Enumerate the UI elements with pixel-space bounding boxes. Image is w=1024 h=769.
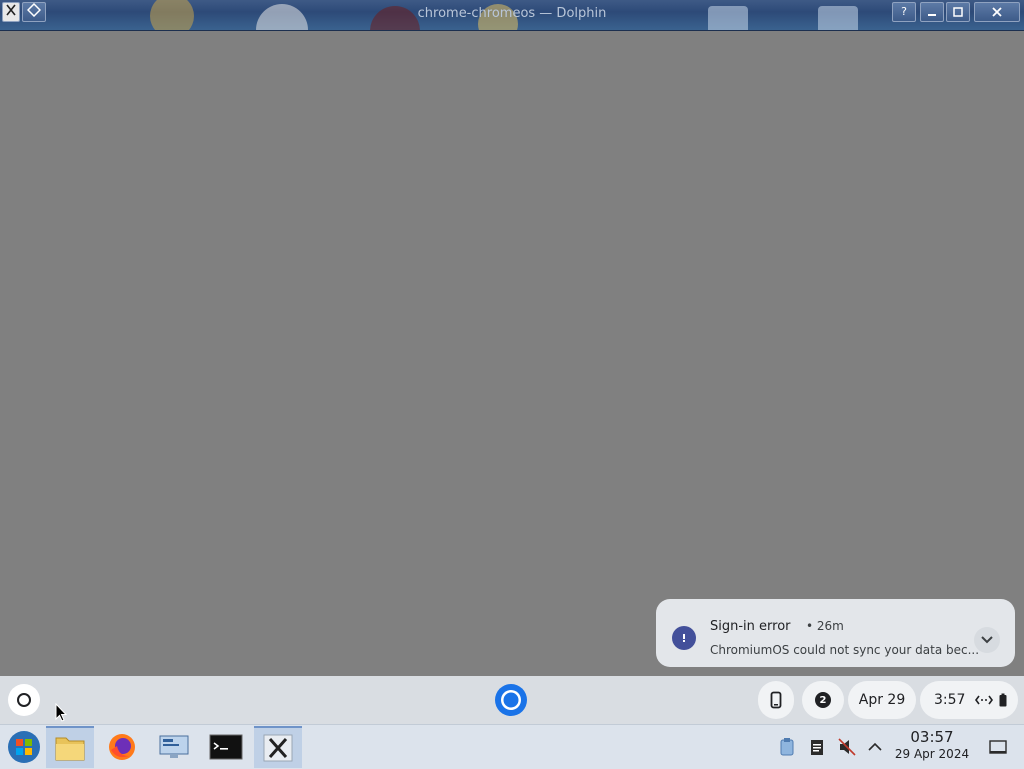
alert-icon bbox=[672, 626, 696, 650]
close-button[interactable] bbox=[974, 2, 1020, 22]
chromium-icon[interactable] bbox=[494, 683, 528, 717]
notification-body: ChromiumOS could not sync your data bec.… bbox=[710, 643, 980, 657]
status-area-button[interactable]: 3:57 bbox=[920, 681, 1018, 719]
notification-title: Sign-in error bbox=[710, 619, 791, 634]
system-taskbar: 03:57 29 Apr 2024 bbox=[0, 724, 1024, 769]
window-titlebar[interactable]: chrome-chromeos — Dolphin ? bbox=[0, 0, 1024, 31]
window-title: chrome-chromeos — Dolphin bbox=[417, 6, 607, 21]
clipboard-manager-icon[interactable] bbox=[777, 737, 797, 757]
clock-date: 29 Apr 2024 bbox=[894, 747, 970, 761]
shelf-date: Apr 29 bbox=[858, 692, 906, 708]
volume-muted-icon[interactable] bbox=[837, 737, 857, 757]
terminal-icon[interactable] bbox=[202, 726, 250, 768]
notification-counter-button[interactable]: 2 bbox=[802, 681, 844, 719]
maximize-button[interactable] bbox=[946, 2, 970, 22]
shelf-time: 3:57 bbox=[934, 692, 966, 708]
show-desktop-icon[interactable] bbox=[988, 737, 1008, 757]
sign-in-error-notification[interactable]: Sign-in error • 26m ChromiumOS could not… bbox=[656, 599, 1015, 667]
minimize-button[interactable] bbox=[920, 2, 944, 22]
phone-hub-icon bbox=[770, 691, 782, 709]
phone-hub-button[interactable] bbox=[758, 681, 794, 719]
start-menu-icon[interactable] bbox=[0, 726, 48, 768]
chromeos-shelf: 2 Apr 29 3:57 bbox=[0, 676, 1024, 724]
notes-icon[interactable] bbox=[807, 737, 827, 757]
remote-desktop-icon[interactable] bbox=[150, 726, 198, 768]
ethernet-icon bbox=[975, 695, 994, 705]
file-manager-icon[interactable] bbox=[46, 726, 94, 768]
chevron-up-icon[interactable] bbox=[865, 737, 885, 757]
expand-notification-button[interactable] bbox=[974, 627, 1000, 653]
taskbar-clock[interactable]: 03:57 29 Apr 2024 bbox=[892, 729, 972, 762]
battery-icon bbox=[999, 693, 1007, 707]
date-button[interactable]: Apr 29 bbox=[848, 681, 916, 719]
notification-time-value: 26m bbox=[816, 619, 844, 633]
chevron-down-icon bbox=[981, 636, 993, 644]
notification-count: 2 bbox=[815, 692, 831, 708]
clock-time: 03:57 bbox=[910, 728, 954, 746]
x-window-icon[interactable] bbox=[254, 726, 302, 768]
notification-time: • 26m bbox=[806, 619, 844, 633]
launcher-button[interactable] bbox=[8, 684, 40, 716]
help-button[interactable]: ? bbox=[892, 2, 916, 22]
firefox-icon[interactable] bbox=[98, 726, 146, 768]
mouse-cursor-icon bbox=[55, 703, 67, 722]
